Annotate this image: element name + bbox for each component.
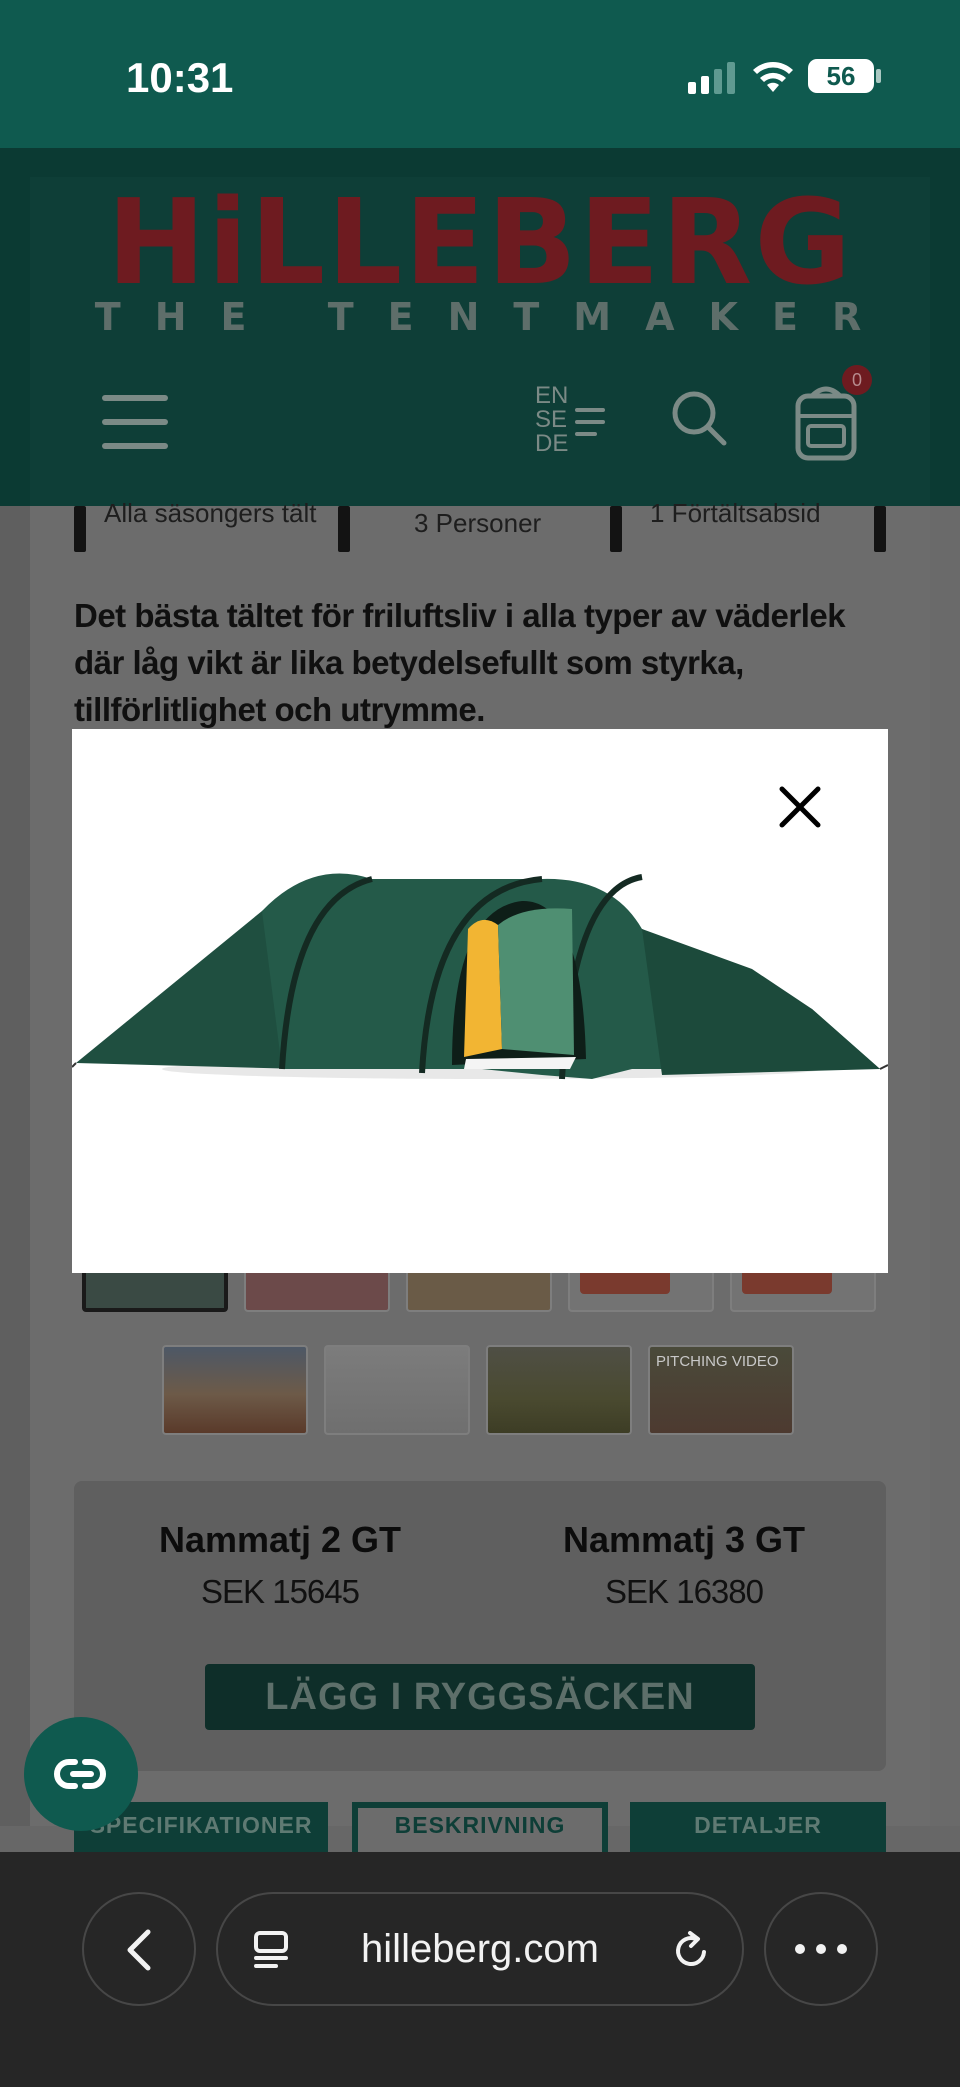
back-button[interactable] [82, 1892, 196, 2006]
menu-icon[interactable] [102, 389, 168, 455]
gallery-thumb-video[interactable]: PITCHING VIDEO [648, 1345, 794, 1435]
brand-tagline: THE TENTMAKER [94, 295, 896, 339]
feature-divider [610, 506, 622, 552]
add-to-cart-button[interactable]: LÄGG I RYGGSÄCKEN [205, 1664, 755, 1730]
language-switcher[interactable]: EN SE DE [535, 384, 625, 460]
cellular-signal-icon [688, 62, 735, 94]
image-lightbox [72, 729, 888, 1273]
model-name: Nammatj 2 GT [158, 1519, 402, 1560]
model-price: SEK 16380 [605, 1573, 764, 1610]
chat-button[interactable] [24, 1717, 138, 1831]
gallery-thumb-landscape[interactable] [486, 1345, 632, 1435]
url-text: hilleberg.com [361, 1927, 599, 1971]
brand-logo[interactable]: HiLLEBERG [30, 183, 930, 301]
battery-tip [876, 69, 881, 83]
status-bar: 10:31 56 [0, 0, 960, 148]
chat-icon [54, 1759, 106, 1789]
video-label: PITCHING VIDEO [656, 1353, 779, 1370]
model-comparison: Nammatj 2 GT SEK 15645 Nammatj 3 GT SEK … [74, 1481, 886, 1771]
feature-vestibule: 1 Förtältsabsid [650, 498, 821, 528]
search-icon[interactable] [670, 389, 730, 449]
browser-toolbar: hilleberg.com [0, 1852, 960, 2087]
model-price: SEK 15645 [201, 1573, 360, 1610]
address-bar[interactable]: hilleberg.com [216, 1892, 744, 2006]
tab-description[interactable]: BESKRIVNING [352, 1802, 608, 1854]
cart-count-badge: 0 [842, 365, 872, 395]
language-se: SE [535, 406, 568, 433]
more-button[interactable] [764, 1892, 878, 2006]
backpack-cart-icon[interactable] [792, 382, 860, 462]
close-icon[interactable] [772, 779, 828, 835]
reload-icon[interactable] [670, 1930, 712, 1972]
gallery-thumb-snow[interactable] [324, 1345, 470, 1435]
language-codes: EN SE DE [535, 384, 568, 456]
feature-divider [874, 506, 886, 552]
status-time: 10:31 [126, 54, 234, 101]
page-gutter-right [930, 506, 960, 1826]
feature-divider [338, 506, 350, 552]
language-en: EN [535, 382, 569, 409]
feature-divider [74, 506, 86, 552]
battery-icon: 56 [808, 59, 874, 93]
product-intro: Det bästa tältet för friluftsliv i alla … [74, 597, 846, 728]
feature-strip: Alla säsongers tält 3 Personer 1 Förtält… [74, 498, 886, 552]
gallery-thumb-mountain[interactable] [162, 1345, 308, 1435]
site-header: HiLLEBERG THE TENTMAKER EN SE DE 0 [30, 177, 930, 506]
more-icon [795, 1944, 847, 1954]
tent-image [72, 873, 888, 1080]
feature-season: Alla säsongers tält [104, 498, 317, 528]
page-gutter-left [0, 506, 30, 1826]
wifi-icon [753, 62, 793, 92]
feature-capacity: 3 Personer [414, 508, 542, 538]
back-icon [127, 1929, 151, 1971]
battery-level: 56 [826, 61, 856, 91]
model-name: Nammatj 3 GT [562, 1519, 806, 1560]
language-de: DE [535, 430, 569, 457]
tab-details[interactable]: DETALJER [630, 1802, 886, 1854]
